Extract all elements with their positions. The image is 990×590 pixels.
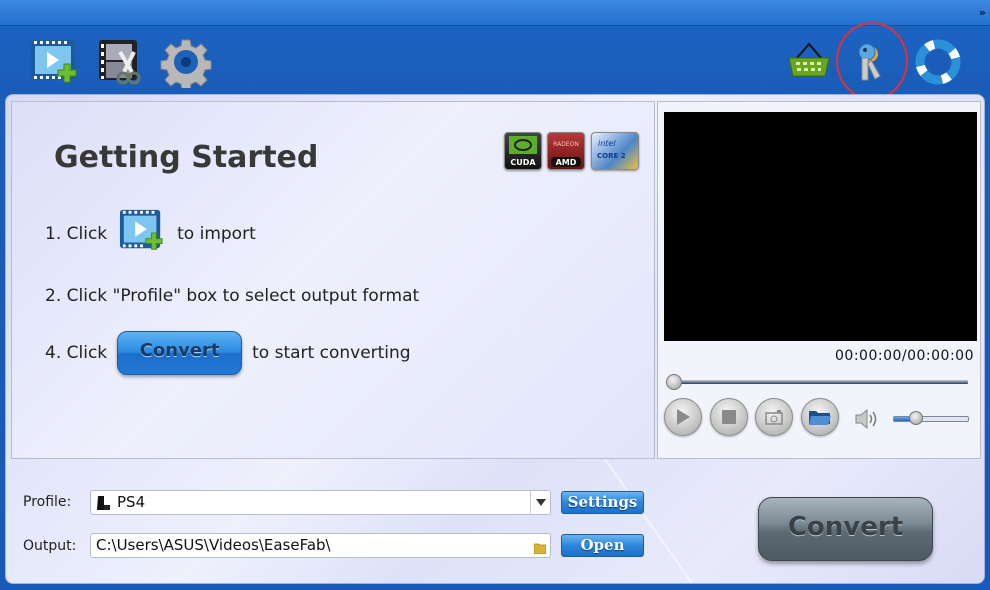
settings-gear-icon xyxy=(160,39,212,91)
edit-video-button[interactable] xyxy=(96,36,148,88)
main-panel: Getting Started CUDA RADEON AMD intel CORE… xyxy=(5,94,985,584)
intel-badge-label: CORE 2 xyxy=(597,152,626,160)
snapshot-button[interactable] xyxy=(755,398,793,436)
amd-badge-label: AMD xyxy=(556,158,577,167)
getting-started-panel: Getting Started CUDA RADEON AMD intel CORE… xyxy=(11,101,655,459)
add-video-icon xyxy=(120,209,163,250)
step-4-prefix: 4. Click xyxy=(45,343,108,363)
lifebuoy-icon xyxy=(915,39,961,85)
buy-button[interactable] xyxy=(783,36,835,88)
chevron-down-icon xyxy=(535,499,546,506)
stop-icon xyxy=(722,410,736,424)
open-folder-button[interactable] xyxy=(801,398,839,436)
seek-slider[interactable] xyxy=(666,374,968,390)
speaker-icon xyxy=(855,408,877,430)
profile-value: PS4 xyxy=(117,493,146,511)
highlight-circle xyxy=(836,22,908,100)
convert-button[interactable]: Convert xyxy=(758,497,933,561)
cuda-badge: CUDA xyxy=(504,132,542,170)
volume-knob[interactable] xyxy=(909,411,924,425)
volume-slider[interactable] xyxy=(893,411,969,425)
step-convert: 4. Click Convert to start converting xyxy=(45,331,411,375)
add-video-button[interactable] xyxy=(28,36,80,88)
help-button[interactable] xyxy=(912,36,964,88)
profile-select[interactable]: PS4 xyxy=(90,490,551,515)
play-icon xyxy=(677,409,690,425)
guide-title: Getting Started xyxy=(54,140,319,175)
stop-button[interactable] xyxy=(710,398,748,436)
open-output-button[interactable]: Open xyxy=(561,534,644,557)
more-options-button[interactable]: » xyxy=(979,6,986,19)
guide-convert-button[interactable]: Convert xyxy=(117,331,243,375)
output-label: Output: xyxy=(23,538,77,554)
title-bar: » xyxy=(0,0,990,26)
settings-button[interactable]: Settings xyxy=(561,491,644,514)
playback-time: 00:00:00/00:00:00 xyxy=(835,348,974,364)
folder-icon xyxy=(533,543,547,555)
preview-panel: 00:00:00/00:00:00 xyxy=(657,101,981,459)
play-button[interactable] xyxy=(664,398,702,436)
intel-core2-badge: intel CORE 2 xyxy=(591,132,639,170)
profile-dropdown-button[interactable] xyxy=(530,491,550,514)
options-button[interactable] xyxy=(160,36,212,91)
svg-text:RADEON: RADEON xyxy=(553,141,579,148)
camera-icon xyxy=(765,410,783,425)
volume-button[interactable] xyxy=(854,408,880,434)
seek-track xyxy=(672,380,968,384)
video-preview-screen xyxy=(664,112,977,341)
svg-text:intel: intel xyxy=(598,139,616,148)
app-window: » Getting Started CUDA RADEON AMD intel … xyxy=(0,0,990,590)
output-path-input[interactable]: C:\Users\ASUS\Videos\EaseFab\ xyxy=(90,533,551,558)
basket-icon xyxy=(788,42,830,77)
step-1-prefix: 1. Click xyxy=(45,223,108,244)
amd-badge: RADEON AMD xyxy=(547,132,585,170)
step-4-suffix: to start converting xyxy=(252,343,411,363)
folder-icon xyxy=(809,411,831,425)
step-2-text: 2. Click "Profile" box to select output … xyxy=(45,286,420,306)
ps4-console-icon xyxy=(97,496,110,510)
seek-knob[interactable] xyxy=(666,374,682,390)
cuda-badge-label: CUDA xyxy=(510,158,536,167)
step-import: 1. Click to import xyxy=(45,208,256,259)
output-path-value: C:\Users\ASUS\Videos\EaseFab\ xyxy=(96,536,331,554)
add-video-icon xyxy=(31,40,77,83)
step-profile: 2. Click "Profile" box to select output … xyxy=(45,286,419,306)
import-video-button[interactable] xyxy=(117,208,167,259)
profile-label: Profile: xyxy=(23,494,72,510)
step-1-suffix: to import xyxy=(177,223,256,244)
edit-video-icon xyxy=(99,40,141,85)
browse-folder-button[interactable] xyxy=(533,538,547,561)
